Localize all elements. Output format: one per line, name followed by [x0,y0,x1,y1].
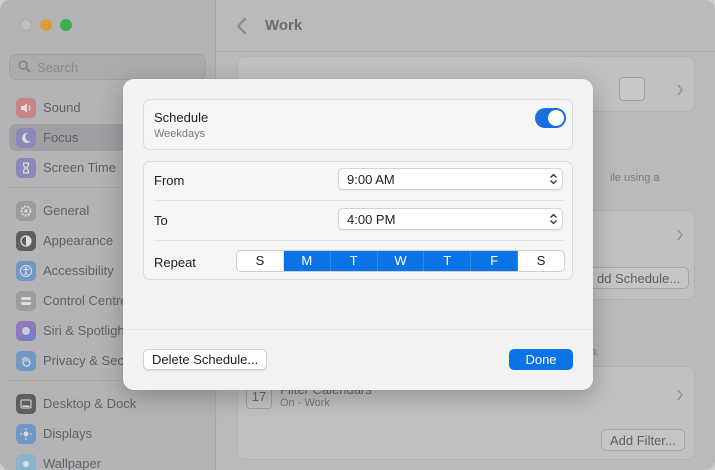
from-time-value: 9:00 AM [347,172,395,187]
day-friday[interactable]: F [471,251,519,271]
day-tuesday[interactable]: T [330,251,378,271]
from-label: From [154,173,185,188]
schedule-toggle[interactable] [535,108,566,128]
schedule-details-card: From 9:00 AM To 4:00 PM Repeat S M T W T… [143,161,573,280]
day-wednesday[interactable]: W [377,251,425,271]
delete-schedule-button[interactable]: Delete Schedule... [143,349,268,370]
row-divider [154,240,564,241]
schedule-subtitle: Weekdays [154,128,206,140]
day-thursday[interactable]: T [424,251,472,271]
stepper-icon[interactable] [549,172,558,186]
row-divider [154,200,564,201]
stepper-icon[interactable] [549,212,558,226]
footer-divider [123,329,593,330]
day-sunday[interactable]: S [237,251,284,271]
schedule-toggle-card: Schedule Weekdays [143,99,573,150]
done-button[interactable]: Done [509,349,573,370]
to-time-value: 4:00 PM [347,212,396,227]
day-monday[interactable]: M [283,251,331,271]
schedule-sheet: Schedule Weekdays From 9:00 AM To 4:00 P… [123,79,593,390]
schedule-title: Schedule [154,110,209,125]
to-time-field[interactable]: 4:00 PM [338,208,563,230]
repeat-days-control: S M T W T F S [236,250,565,272]
day-saturday[interactable]: S [518,251,564,271]
repeat-label: Repeat [154,255,196,270]
toggle-knob [548,110,564,126]
to-label: To [154,213,168,228]
settings-window: Search Sound Focus Screen Time General A… [0,0,715,470]
from-time-field[interactable]: 9:00 AM [338,168,563,190]
